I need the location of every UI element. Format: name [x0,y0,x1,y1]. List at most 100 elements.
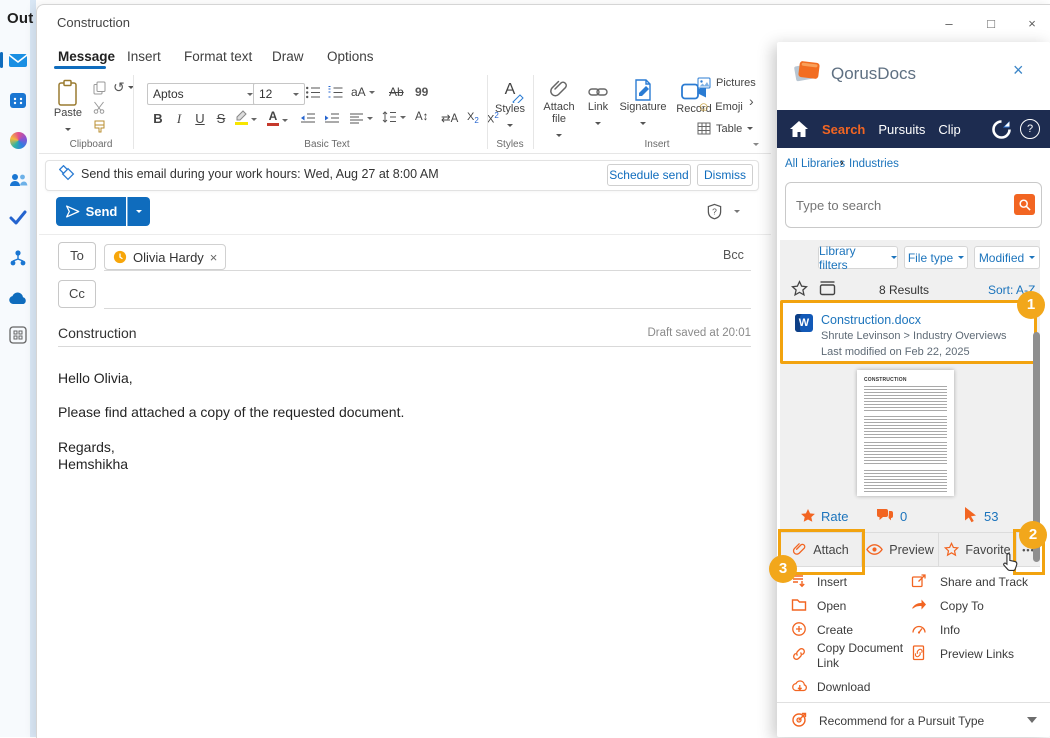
result-card[interactable]: W Construction.docx Shrute Levinson > In… [780,300,1037,364]
search-submit-button[interactable] [1014,194,1035,215]
comments-count[interactable]: 0 [900,509,907,524]
menu-info[interactable]: Info [940,623,960,637]
subject-field[interactable]: Construction [58,325,137,341]
menu-copy-to[interactable]: Copy To [940,599,984,613]
menu-preview-links[interactable]: Preview Links [940,647,1014,661]
increase-indent-icon[interactable] [323,112,340,125]
preview-action-button[interactable]: Preview [862,533,939,566]
line-spacing-button[interactable] [381,110,406,124]
help-icon[interactable]: ? [1020,119,1040,139]
remove-recipient-icon[interactable]: × [210,250,218,265]
bold-button[interactable]: B [149,111,167,126]
numbered-list-icon[interactable] [327,85,343,100]
copilot-icon[interactable] [8,130,28,150]
breadcrumb-current[interactable]: Industries [849,158,899,170]
strikethrough-button[interactable]: S [212,111,230,126]
maximize-button[interactable]: □ [976,13,1006,35]
tab-draw[interactable]: Draw [268,47,308,66]
text-direction-icon[interactable]: A↕ [415,111,428,123]
body-line[interactable]: Hello Olivia, [58,370,133,386]
menu-open[interactable]: Open [817,599,846,613]
font-size-select[interactable]: 12 [253,83,305,105]
bullet-list-icon[interactable] [305,85,321,100]
italic-button[interactable]: I [170,111,188,127]
document-preview[interactable]: CONSTRUCTION [857,370,954,496]
close-panel-icon[interactable]: × [1013,60,1024,81]
org-chart-icon[interactable] [8,248,28,268]
menu-recommend-pursuit-type[interactable]: Recommend for a Pursuit Type [819,714,984,728]
menu-insert[interactable]: Insert [817,575,847,589]
change-case-button[interactable]: aA [351,85,375,99]
encryption-shield-icon[interactable]: ? [706,203,723,221]
menu-create[interactable]: Create [817,623,853,637]
onedrive-icon[interactable] [8,288,28,308]
send-options-dropdown[interactable] [127,197,150,226]
tab-options[interactable]: Options [323,47,378,66]
schedule-send-button[interactable]: Schedule send [607,164,691,186]
body-line[interactable]: Hemshikha [58,456,128,472]
close-window-button[interactable]: × [1017,13,1047,35]
pictures-button[interactable]: Pictures [697,77,756,89]
menu-share-and-track[interactable]: Share and Track [940,575,1028,589]
format-painter-icon[interactable] [93,120,106,134]
cc-button[interactable]: Cc [58,280,96,308]
rate-link[interactable]: Rate [821,509,848,524]
tab-message[interactable]: Message [54,47,119,66]
to-button[interactable]: To [58,242,96,270]
nav-clip[interactable]: Clip [938,122,960,137]
underline-button[interactable]: U [191,111,209,126]
people-icon[interactable] [8,170,28,190]
todo-icon[interactable] [8,208,28,228]
nav-pursuits[interactable]: Pursuits [878,122,925,137]
calendar-icon[interactable] [8,90,28,110]
link-button[interactable]: Link [583,83,613,128]
text-swap-icon[interactable]: ⇄A [441,111,458,125]
message-options-caret[interactable] [734,210,740,213]
highlight-button[interactable] [235,109,257,125]
copy-icon[interactable] [93,81,106,95]
table-button[interactable]: Table [697,122,753,135]
refresh-icon[interactable] [991,119,1012,140]
font-name-select[interactable]: Aptos [147,83,259,105]
undo-button[interactable]: ↺ [113,79,134,96]
paste-button[interactable]: Paste [51,79,85,134]
card-view-icon[interactable] [819,281,836,296]
body-line[interactable]: Regards, [58,439,115,455]
tab-insert[interactable]: Insert [123,47,165,66]
subscript-button[interactable]: X2 [467,111,479,125]
quote-icon[interactable]: 99 [415,85,428,99]
dismiss-button[interactable]: Dismiss [697,164,753,186]
emoji-button[interactable]: ☺ Emoji [697,99,743,114]
decrease-indent-icon[interactable] [299,112,316,125]
signature-button[interactable]: Signature [617,79,669,128]
more-apps-icon[interactable] [8,325,28,345]
ribbon-more-chevron[interactable]: › [749,93,754,109]
collapse-ribbon-icon[interactable] [753,143,759,146]
home-icon[interactable] [789,120,809,138]
views-count[interactable]: 53 [984,509,998,524]
minimize-button[interactable]: – [934,13,964,35]
cut-icon[interactable] [93,101,106,114]
result-filename[interactable]: Construction.docx [821,313,921,327]
menu-copy-document-link[interactable]: Copy Document Link [817,641,909,671]
recipient-pill[interactable]: Olivia Hardy × [104,244,226,270]
scroll-down-icon[interactable] [1027,717,1037,723]
nav-search[interactable]: Search [822,122,865,137]
favorites-filter-icon[interactable] [791,280,808,297]
attach-file-button[interactable]: Attach file [539,79,579,140]
modified-button[interactable]: Modified [974,246,1040,269]
styles-button[interactable]: A Styles [491,81,529,130]
font-color-button[interactable]: A [267,108,288,126]
breadcrumb-root[interactable]: All Libraries [785,158,845,170]
mail-icon[interactable] [8,50,28,70]
search-input[interactable] [794,189,1008,221]
menu-download[interactable]: Download [817,680,870,694]
file-type-button[interactable]: File type [904,246,968,269]
library-filters-button[interactable]: Library filters [818,246,898,269]
bcc-toggle[interactable]: Bcc [723,248,744,262]
body-line[interactable]: Please find attached a copy of the reque… [58,404,404,420]
send-button[interactable]: Send [56,197,126,226]
clear-formatting-icon[interactable]: Ab [389,85,404,99]
align-button[interactable] [349,112,373,125]
tab-format-text[interactable]: Format text [180,47,256,66]
